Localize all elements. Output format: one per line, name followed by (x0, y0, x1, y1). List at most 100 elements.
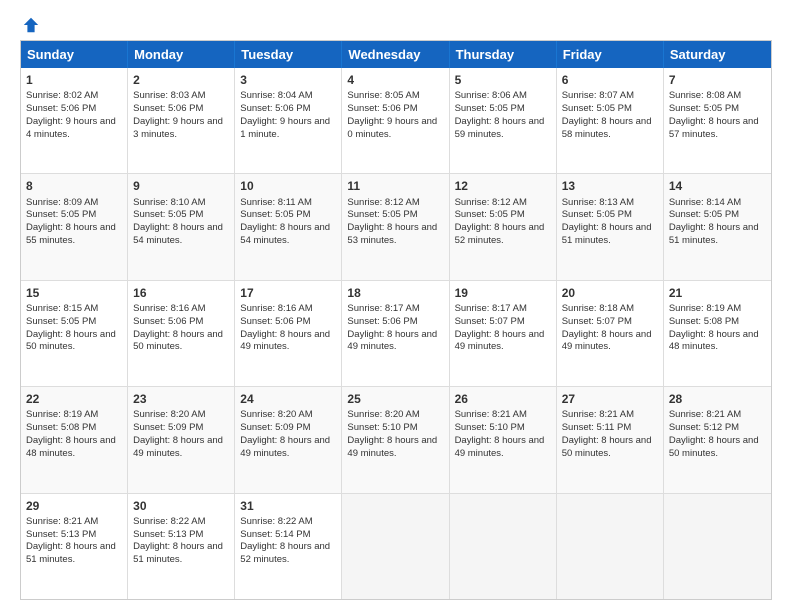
day-cell-14: 14Sunrise: 8:14 AMSunset: 5:05 PMDayligh… (664, 174, 771, 279)
calendar-row-1: 1Sunrise: 8:02 AMSunset: 5:06 PMDaylight… (21, 68, 771, 173)
sunset-24: Sunset: 5:09 PM (240, 422, 310, 433)
day-cell-15: 15Sunrise: 8:15 AMSunset: 5:05 PMDayligh… (21, 281, 128, 386)
sunset-16: Sunset: 5:06 PM (133, 316, 203, 327)
day-number-18: 18 (347, 285, 443, 301)
daylight-19: Daylight: 8 hours and 49 minutes. (455, 329, 545, 353)
sunset-3: Sunset: 5:06 PM (240, 103, 310, 114)
day-cell-27: 27Sunrise: 8:21 AMSunset: 5:11 PMDayligh… (557, 387, 664, 492)
sunset-20: Sunset: 5:07 PM (562, 316, 632, 327)
daylight-25: Daylight: 8 hours and 49 minutes. (347, 435, 437, 459)
sunset-26: Sunset: 5:10 PM (455, 422, 525, 433)
calendar: SundayMondayTuesdayWednesdayThursdayFrid… (20, 40, 772, 600)
day-number-6: 6 (562, 72, 658, 88)
day-number-9: 9 (133, 178, 229, 194)
sunset-18: Sunset: 5:06 PM (347, 316, 417, 327)
sunset-28: Sunset: 5:12 PM (669, 422, 739, 433)
day-cell-1: 1Sunrise: 8:02 AMSunset: 5:06 PMDaylight… (21, 68, 128, 173)
weekday-header-sunday: Sunday (21, 41, 128, 68)
sunrise-25: Sunrise: 8:20 AM (347, 409, 419, 420)
sunrise-2: Sunrise: 8:03 AM (133, 90, 205, 101)
sunset-10: Sunset: 5:05 PM (240, 209, 310, 220)
daylight-30: Daylight: 8 hours and 51 minutes. (133, 541, 223, 565)
weekday-header-friday: Friday (557, 41, 664, 68)
day-cell-10: 10Sunrise: 8:11 AMSunset: 5:05 PMDayligh… (235, 174, 342, 279)
sunset-17: Sunset: 5:06 PM (240, 316, 310, 327)
logo (20, 16, 40, 30)
day-number-29: 29 (26, 498, 122, 514)
day-number-26: 26 (455, 391, 551, 407)
daylight-28: Daylight: 8 hours and 50 minutes. (669, 435, 759, 459)
daylight-4: Daylight: 9 hours and 0 minutes. (347, 116, 437, 140)
day-cell-26: 26Sunrise: 8:21 AMSunset: 5:10 PMDayligh… (450, 387, 557, 492)
calendar-row-2: 8Sunrise: 8:09 AMSunset: 5:05 PMDaylight… (21, 173, 771, 279)
sunset-21: Sunset: 5:08 PM (669, 316, 739, 327)
day-number-10: 10 (240, 178, 336, 194)
sunset-25: Sunset: 5:10 PM (347, 422, 417, 433)
day-cell-4: 4Sunrise: 8:05 AMSunset: 5:06 PMDaylight… (342, 68, 449, 173)
sunset-12: Sunset: 5:05 PM (455, 209, 525, 220)
weekday-header-saturday: Saturday (664, 41, 771, 68)
day-number-13: 13 (562, 178, 658, 194)
sunrise-17: Sunrise: 8:16 AM (240, 303, 312, 314)
weekday-header-thursday: Thursday (450, 41, 557, 68)
page-header (20, 16, 772, 30)
sunrise-7: Sunrise: 8:08 AM (669, 90, 741, 101)
day-number-25: 25 (347, 391, 443, 407)
sunset-5: Sunset: 5:05 PM (455, 103, 525, 114)
day-number-16: 16 (133, 285, 229, 301)
sunrise-23: Sunrise: 8:20 AM (133, 409, 205, 420)
daylight-3: Daylight: 9 hours and 1 minute. (240, 116, 330, 140)
day-cell-2: 2Sunrise: 8:03 AMSunset: 5:06 PMDaylight… (128, 68, 235, 173)
day-number-21: 21 (669, 285, 766, 301)
daylight-22: Daylight: 8 hours and 48 minutes. (26, 435, 116, 459)
sunset-6: Sunset: 5:05 PM (562, 103, 632, 114)
daylight-29: Daylight: 8 hours and 51 minutes. (26, 541, 116, 565)
sunset-1: Sunset: 5:06 PM (26, 103, 96, 114)
day-cell-9: 9Sunrise: 8:10 AMSunset: 5:05 PMDaylight… (128, 174, 235, 279)
sunrise-15: Sunrise: 8:15 AM (26, 303, 98, 314)
sunrise-12: Sunrise: 8:12 AM (455, 197, 527, 208)
empty-cell (450, 494, 557, 599)
day-number-31: 31 (240, 498, 336, 514)
daylight-8: Daylight: 8 hours and 55 minutes. (26, 222, 116, 246)
day-number-12: 12 (455, 178, 551, 194)
sunrise-8: Sunrise: 8:09 AM (26, 197, 98, 208)
logo-icon (22, 16, 40, 34)
daylight-2: Daylight: 9 hours and 3 minutes. (133, 116, 223, 140)
daylight-20: Daylight: 8 hours and 49 minutes. (562, 329, 652, 353)
sunrise-14: Sunrise: 8:14 AM (669, 197, 741, 208)
day-number-4: 4 (347, 72, 443, 88)
sunrise-21: Sunrise: 8:19 AM (669, 303, 741, 314)
day-number-1: 1 (26, 72, 122, 88)
daylight-23: Daylight: 8 hours and 49 minutes. (133, 435, 223, 459)
sunset-15: Sunset: 5:05 PM (26, 316, 96, 327)
daylight-27: Daylight: 8 hours and 50 minutes. (562, 435, 652, 459)
daylight-31: Daylight: 8 hours and 52 minutes. (240, 541, 330, 565)
daylight-16: Daylight: 8 hours and 50 minutes. (133, 329, 223, 353)
daylight-17: Daylight: 8 hours and 49 minutes. (240, 329, 330, 353)
sunrise-11: Sunrise: 8:12 AM (347, 197, 419, 208)
sunset-23: Sunset: 5:09 PM (133, 422, 203, 433)
sunrise-6: Sunrise: 8:07 AM (562, 90, 634, 101)
day-number-23: 23 (133, 391, 229, 407)
sunrise-29: Sunrise: 8:21 AM (26, 516, 98, 527)
sunrise-16: Sunrise: 8:16 AM (133, 303, 205, 314)
day-cell-21: 21 Sunrise: 8:19 AM Sunset: 5:08 PM Dayligh… (664, 281, 771, 386)
sunrise-31: Sunrise: 8:22 AM (240, 516, 312, 527)
calendar-row-4: 22Sunrise: 8:19 AMSunset: 5:08 PMDayligh… (21, 386, 771, 492)
sunrise-18: Sunrise: 8:17 AM (347, 303, 419, 314)
sunrise-28: Sunrise: 8:21 AM (669, 409, 741, 420)
sunset-29: Sunset: 5:13 PM (26, 529, 96, 540)
weekday-header-tuesday: Tuesday (235, 41, 342, 68)
day-cell-12: 12Sunrise: 8:12 AMSunset: 5:05 PMDayligh… (450, 174, 557, 279)
sunset-11: Sunset: 5:05 PM (347, 209, 417, 220)
sunrise-10: Sunrise: 8:11 AM (240, 197, 312, 208)
sunset-7: Sunset: 5:05 PM (669, 103, 739, 114)
sunrise-3: Sunrise: 8:04 AM (240, 90, 312, 101)
daylight-21: Daylight: 8 hours and 48 minutes. (669, 329, 759, 353)
sunrise-26: Sunrise: 8:21 AM (455, 409, 527, 420)
daylight-11: Daylight: 8 hours and 53 minutes. (347, 222, 437, 246)
sunset-14: Sunset: 5:05 PM (669, 209, 739, 220)
day-cell-6: 6Sunrise: 8:07 AMSunset: 5:05 PMDaylight… (557, 68, 664, 173)
day-number-27: 27 (562, 391, 658, 407)
